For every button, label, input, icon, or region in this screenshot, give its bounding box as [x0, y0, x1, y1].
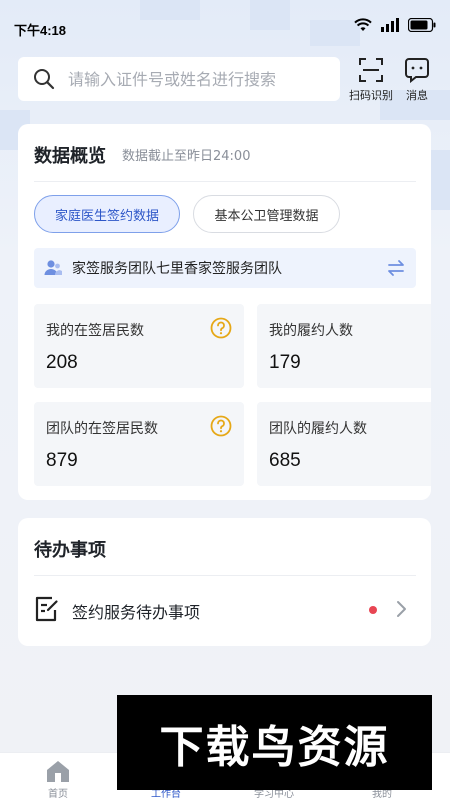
tab-label: 基本公卫管理数据: [214, 208, 319, 224]
todo-card: 待办事项 签约服务待办事项: [18, 518, 431, 646]
status-bar: 下午4:18: [0, 0, 450, 54]
todo-title: 待办事项: [34, 540, 106, 561]
overview-title: 数据概览: [34, 146, 106, 167]
stat-team-signed[interactable]: 团队的在签居民数 879: [34, 402, 244, 486]
search-input[interactable]: [68, 69, 328, 89]
stat-my-performed[interactable]: 我的履约人数 179: [257, 304, 431, 388]
stat-team-performed[interactable]: 团队的履约人数 685: [257, 402, 431, 486]
stat-my-signed[interactable]: 我的在签居民数 208: [34, 304, 244, 388]
stat-label: 我的履约人数: [269, 323, 353, 339]
tab-public-health[interactable]: 基本公卫管理数据: [193, 195, 340, 233]
team-selector[interactable]: 家签服务团队七里香家签服务团队: [34, 248, 416, 288]
tab-home[interactable]: 首页: [2, 753, 114, 800]
scan-icon: [359, 58, 383, 82]
watermark-text: 下载鸟资源: [159, 721, 390, 773]
todo-item-label: 签约服务待办事项: [72, 603, 201, 622]
divider: [34, 181, 416, 182]
notification-dot: [369, 606, 377, 614]
watermark-overlay: 下载鸟资源: [117, 695, 432, 790]
search-icon: [34, 69, 55, 90]
stat-label: 我的在签居民数: [46, 323, 144, 339]
status-time: 下午4:18: [14, 23, 67, 38]
scan-label: 扫码识别: [349, 89, 393, 102]
scan-button[interactable]: 扫码识别: [346, 57, 396, 103]
swap-icon[interactable]: [386, 258, 406, 278]
stat-label: 团队的在签居民数: [46, 421, 158, 437]
edit-list-icon: [35, 596, 58, 622]
overview-subtitle: 数据截止至昨日24:00: [122, 149, 251, 164]
help-icon[interactable]: [210, 415, 232, 437]
tab-family-doctor[interactable]: 家庭医生签约数据: [34, 195, 180, 233]
stat-value: 179: [269, 352, 301, 373]
search-box[interactable]: [18, 57, 340, 101]
message-icon: [405, 58, 429, 83]
tab-label: 首页: [48, 789, 68, 800]
team-icon: [44, 260, 62, 275]
tab-label: 家庭医生签约数据: [54, 208, 159, 224]
stat-value: 685: [269, 450, 301, 471]
wifi-icon: [354, 18, 372, 31]
search-row: 扫码识别 消息: [18, 57, 438, 103]
status-icons: [354, 18, 436, 32]
message-button[interactable]: 消息: [392, 57, 442, 103]
stat-label: 团队的履约人数: [269, 421, 367, 437]
help-icon[interactable]: [210, 317, 232, 339]
todo-item-signing[interactable]: 签约服务待办事项: [18, 576, 431, 642]
overview-card: 数据概览 数据截止至昨日24:00 家庭医生签约数据 基本公卫管理数据 家签服务…: [18, 124, 431, 500]
home-icon: [47, 761, 69, 782]
team-name: 家签服务团队七里香家签服务团队: [72, 261, 282, 277]
message-label: 消息: [406, 89, 428, 102]
chevron-right-icon: [397, 601, 406, 617]
stat-value: 879: [46, 450, 78, 471]
stat-value: 208: [46, 352, 78, 373]
signal-icon: [381, 18, 399, 32]
battery-icon: [408, 18, 436, 32]
